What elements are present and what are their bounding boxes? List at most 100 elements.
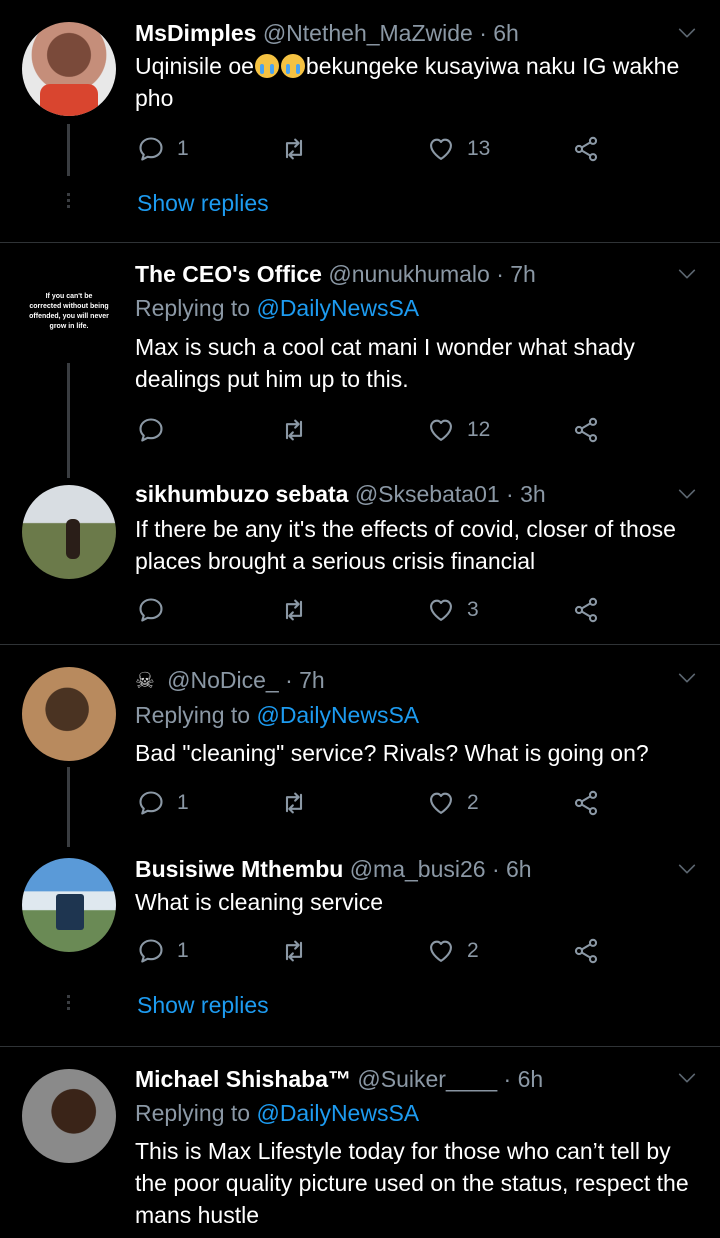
display-name[interactable]: Busisiwe Mthembu: [135, 856, 343, 882]
reply-count: 1: [177, 939, 189, 962]
chevron-down-icon[interactable]: [676, 263, 698, 285]
heart-icon: [427, 416, 455, 444]
reply-icon: [137, 937, 165, 965]
share-button[interactable]: [572, 134, 600, 164]
retweet-icon: [280, 135, 308, 163]
tweet-header: Michael Shishaba™ @Suiker____ · 6h: [135, 1064, 543, 1094]
tweet-sikhumbuzo[interactable]: sikhumbuzo sebata @Sksebata01 · 3h If th…: [0, 463, 720, 645]
share-icon: [572, 596, 600, 624]
chevron-down-icon[interactable]: [676, 1067, 698, 1089]
heart-icon: [427, 135, 455, 163]
share-icon: [572, 135, 600, 163]
timestamp[interactable]: · 6h: [492, 856, 532, 882]
avatar[interactable]: [22, 485, 116, 579]
timestamp[interactable]: · 7h: [285, 667, 325, 693]
like-count: 2: [467, 791, 479, 814]
share-button[interactable]: [572, 936, 600, 966]
user-handle[interactable]: @Sksebata01: [355, 481, 500, 507]
heart-icon: [427, 596, 455, 624]
tweet-actions: 1 13: [135, 134, 615, 164]
display-name[interactable]: The CEO's Office: [135, 261, 322, 287]
reply-button[interactable]: [137, 595, 165, 625]
tweet-text: Bad "cleaning" service? Rivals? What is …: [135, 740, 649, 766]
tweet-busisiwe[interactable]: Busisiwe Mthembu @ma_busi26 · 6h What is…: [0, 840, 720, 1047]
avatar[interactable]: If you can't be corrected without being …: [22, 265, 116, 359]
show-replies-link[interactable]: Show replies: [137, 992, 269, 1019]
reply-icon: [137, 135, 165, 163]
share-button[interactable]: [572, 788, 600, 818]
reply-button[interactable]: 1: [137, 134, 189, 164]
avatar[interactable]: [22, 22, 116, 116]
user-handle[interactable]: @NoDice_: [167, 667, 279, 693]
user-handle[interactable]: @Ntetheh_MaZwide: [263, 20, 473, 46]
reply-button[interactable]: 1: [137, 788, 189, 818]
tweet-header: ☠ @NoDice_ · 7h: [135, 665, 325, 696]
tweet-msdimples[interactable]: MsDimples @Ntetheh_MaZwide · 6h Uqinisil…: [0, 0, 720, 243]
chevron-down-icon[interactable]: [676, 22, 698, 44]
share-button[interactable]: [572, 595, 600, 625]
tweet-actions: 12: [135, 415, 615, 445]
chevron-down-icon[interactable]: [676, 483, 698, 505]
share-button[interactable]: [572, 415, 600, 445]
reply-icon: [137, 596, 165, 624]
reply-button[interactable]: [137, 415, 165, 445]
reply-count: 1: [177, 137, 189, 160]
share-icon: [572, 937, 600, 965]
like-button[interactable]: 3: [427, 595, 479, 625]
like-button[interactable]: 2: [427, 788, 479, 818]
retweet-icon: [280, 789, 308, 817]
share-icon: [572, 416, 600, 444]
display-name[interactable]: sikhumbuzo sebata: [135, 481, 348, 507]
tweet-header: Busisiwe Mthembu @ma_busi26 · 6h: [135, 854, 532, 884]
display-name[interactable]: Michael Shishaba™: [135, 1066, 351, 1092]
tweet-actions: 3: [135, 595, 615, 625]
like-button[interactable]: 12: [427, 415, 490, 445]
skull-emoji-icon: ☠: [135, 668, 155, 693]
heart-icon: [427, 789, 455, 817]
avatar[interactable]: [22, 1069, 116, 1163]
timestamp[interactable]: · 6h: [479, 20, 519, 46]
retweet-button[interactable]: [280, 936, 308, 966]
retweet-button[interactable]: [280, 788, 308, 818]
replying-to: Replying to @DailyNewsSA: [135, 702, 420, 728]
user-handle[interactable]: @ma_busi26: [350, 856, 486, 882]
user-handle[interactable]: @Suiker____: [357, 1066, 497, 1092]
avatar[interactable]: [22, 667, 116, 761]
retweet-button[interactable]: [280, 134, 308, 164]
heart-icon: [427, 937, 455, 965]
retweet-button[interactable]: [280, 595, 308, 625]
tweet-text: This is Max Lifestyle today for those wh…: [135, 1138, 689, 1228]
timestamp[interactable]: · 6h: [504, 1066, 544, 1092]
display-name[interactable]: MsDimples: [135, 20, 256, 46]
avatar[interactable]: [22, 858, 116, 952]
like-count: 12: [467, 418, 491, 441]
retweet-icon: [280, 937, 308, 965]
user-handle[interactable]: @nunukhumalo: [328, 261, 489, 287]
retweet-icon: [280, 416, 308, 444]
tweet-ceos-office[interactable]: If you can't be corrected without being …: [0, 243, 720, 478]
crying-face-emoji-icon: [254, 54, 279, 78]
reply-icon: [137, 416, 165, 444]
tweet-nodice[interactable]: ☠ @NoDice_ · 7h Replying to @DailyNewsSA…: [0, 645, 720, 847]
replying-to-handle[interactable]: @DailyNewsSA: [256, 702, 419, 728]
retweet-button[interactable]: [280, 415, 308, 445]
chevron-down-icon[interactable]: [676, 858, 698, 880]
like-count: 13: [467, 137, 491, 160]
like-button[interactable]: 2: [427, 936, 479, 966]
tweet-header: sikhumbuzo sebata @Sksebata01 · 3h: [135, 479, 546, 509]
tweet-header: The CEO's Office @nunukhumalo · 7h: [135, 259, 536, 289]
replying-to-handle[interactable]: @DailyNewsSA: [256, 1100, 419, 1126]
tweet-actions: 1 2: [135, 788, 615, 818]
reply-icon: [137, 789, 165, 817]
tweet-header: MsDimples @Ntetheh_MaZwide · 6h: [135, 18, 519, 48]
replying-to-handle[interactable]: @DailyNewsSA: [256, 295, 419, 321]
timestamp[interactable]: · 7h: [496, 261, 536, 287]
tweet-michael-shishaba[interactable]: Michael Shishaba™ @Suiker____ · 6h Reply…: [0, 1047, 720, 1238]
show-replies-link[interactable]: Show replies: [137, 190, 269, 217]
chevron-down-icon[interactable]: [676, 667, 698, 689]
like-count: 2: [467, 939, 479, 962]
timestamp[interactable]: · 3h: [506, 481, 546, 507]
like-button[interactable]: 13: [427, 134, 490, 164]
replying-to: Replying to @DailyNewsSA: [135, 295, 420, 321]
reply-button[interactable]: 1: [137, 936, 189, 966]
